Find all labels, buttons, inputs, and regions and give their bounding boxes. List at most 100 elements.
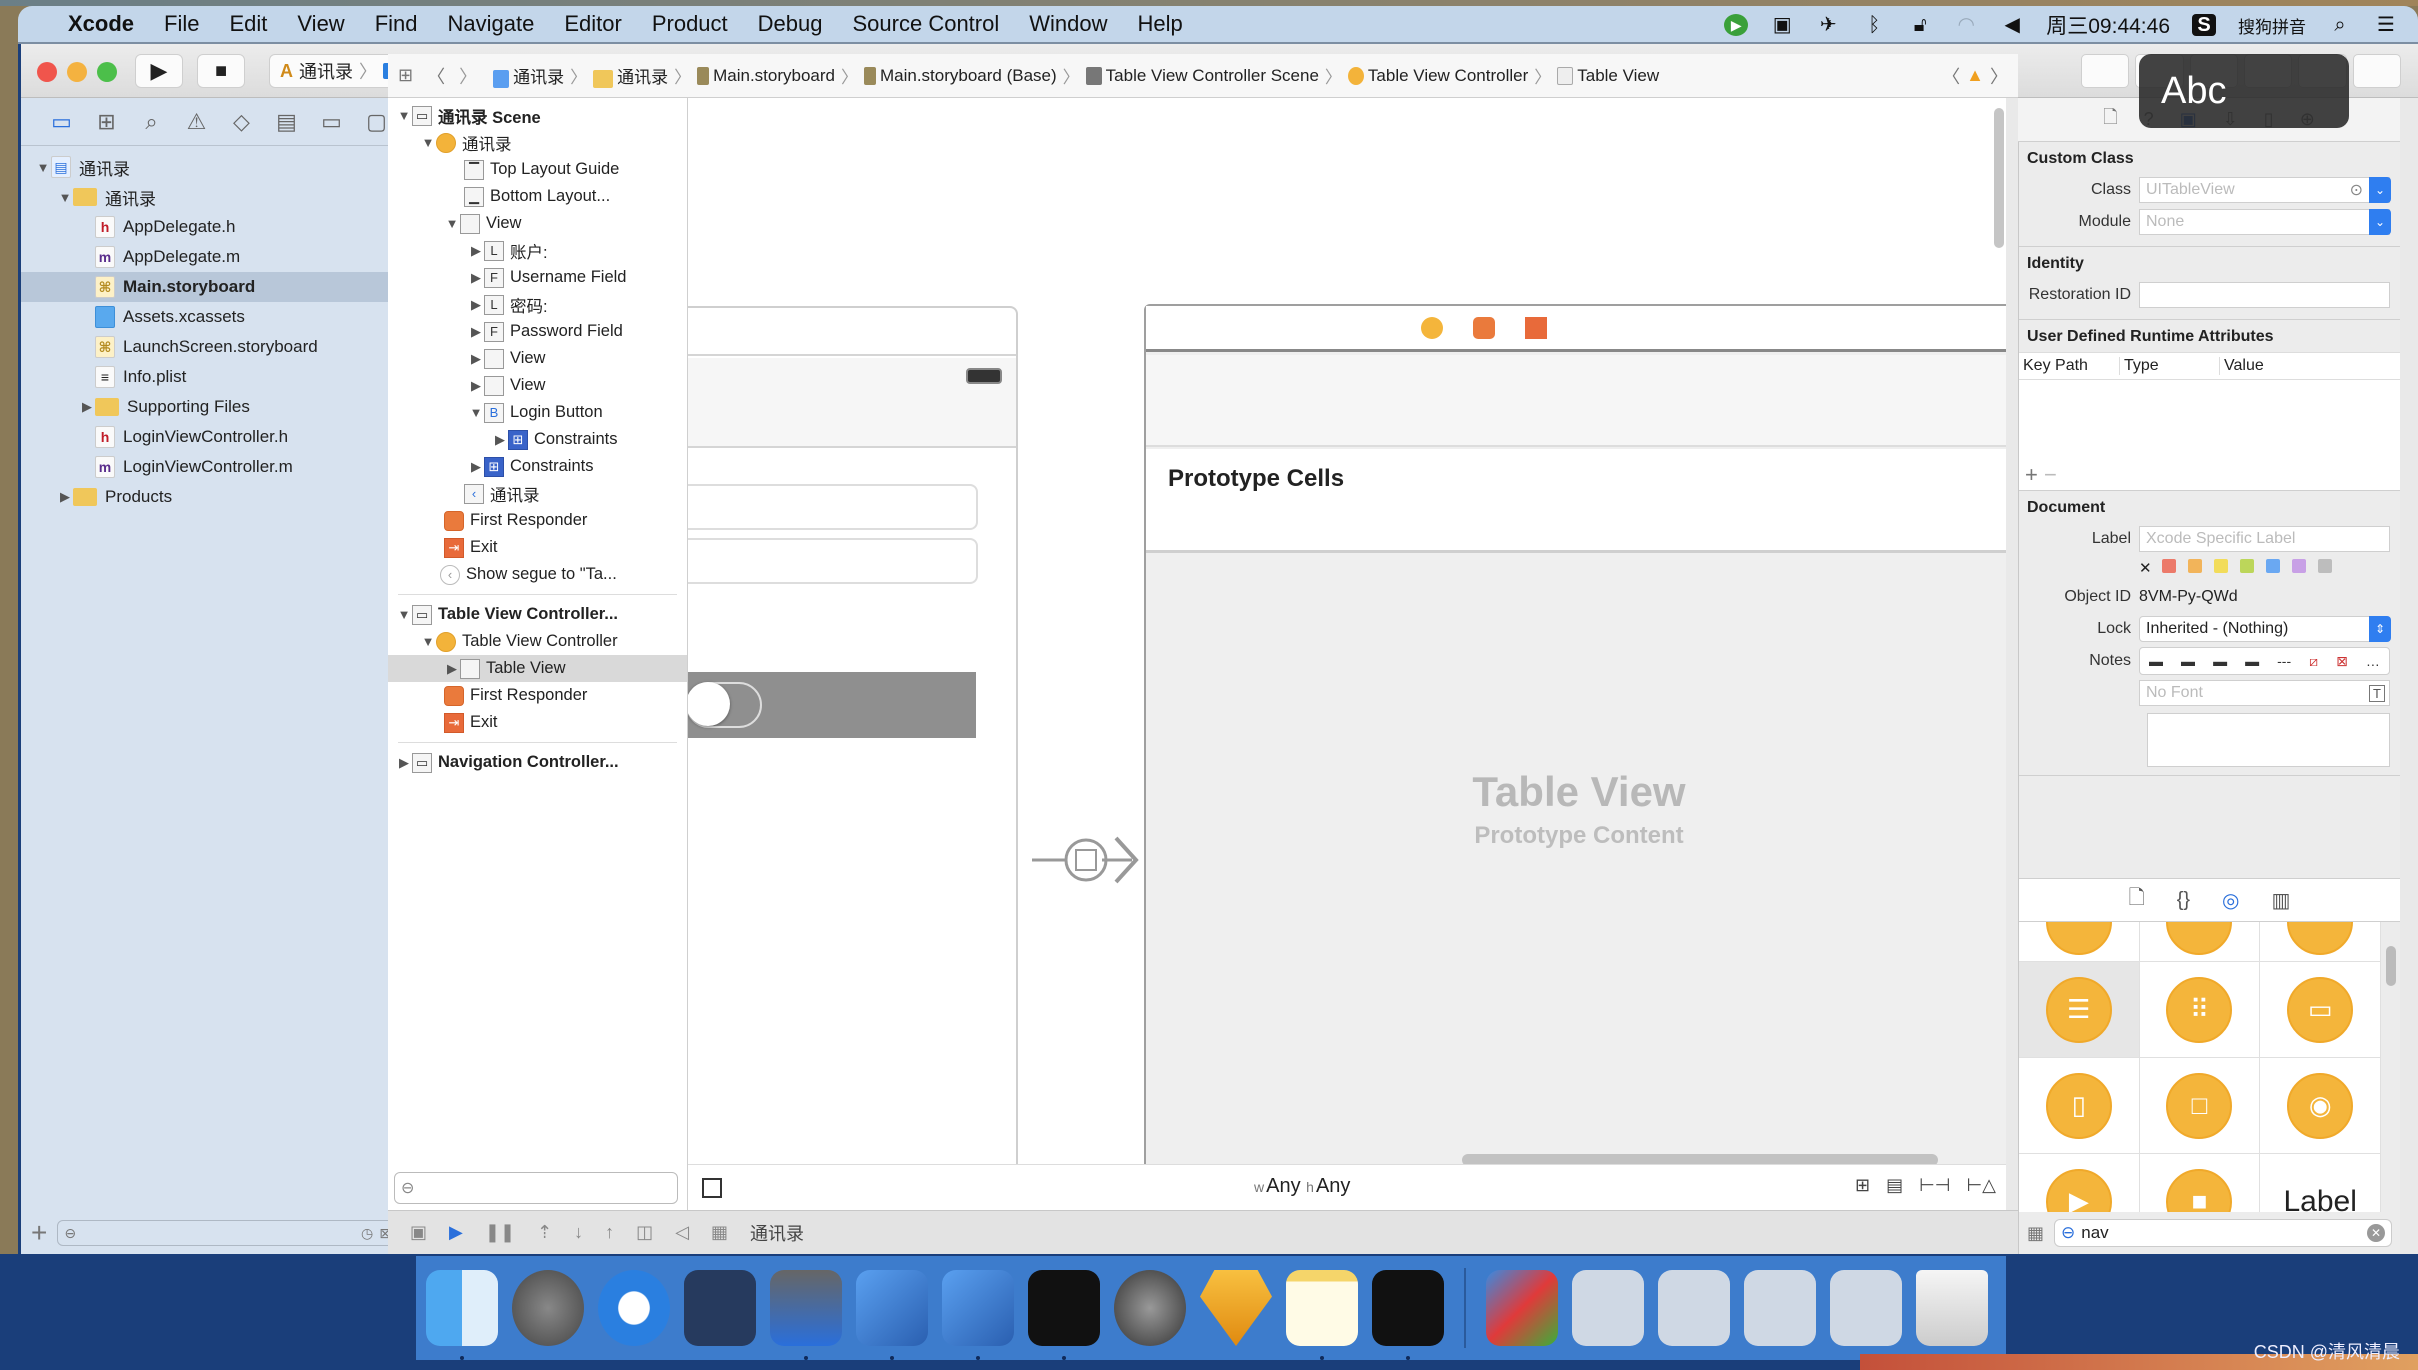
zoom-button[interactable]	[97, 62, 117, 82]
disclosure-closed-icon[interactable]: ▶	[468, 378, 484, 394]
outline-filter-input[interactable]: ⊖	[394, 1172, 678, 1204]
debug-icon[interactable]: ▤	[264, 109, 309, 135]
stop-button[interactable]: ■	[197, 54, 245, 88]
align-center-icon[interactable]: ▬	[2181, 653, 2195, 669]
outline-subview[interactable]: ▶ View	[388, 345, 687, 372]
lock-icon[interactable]: 🔓︎	[1908, 14, 1932, 36]
library-item[interactable]	[2260, 922, 2381, 962]
menu-app[interactable]: Xcode	[68, 11, 134, 37]
align-right-icon[interactable]: ▬	[2213, 653, 2227, 669]
outline-scene-1[interactable]: ▼ ▭ 通讯录 Scene	[388, 102, 687, 129]
bluetooth-icon[interactable]: ᛒ	[1862, 14, 1886, 36]
menu-source-control[interactable]: Source Control	[853, 11, 1000, 37]
standard-editor-button[interactable]	[2081, 54, 2130, 88]
navigator-filter-input[interactable]: ⊖ ◷ ⊠	[57, 1220, 398, 1246]
object-library-icon[interactable]: ◎	[2222, 888, 2239, 913]
step-over-icon[interactable]: ⇡	[537, 1222, 552, 1243]
related-items-icon[interactable]: ⊞	[398, 65, 413, 86]
justify-icon[interactable]: ▬	[2245, 653, 2259, 669]
breakpoint-icon[interactable]: ▭	[309, 109, 354, 135]
label-color-swatch[interactable]	[2265, 558, 2280, 573]
close-button[interactable]	[37, 62, 57, 82]
file-inspector-icon[interactable]: 🗋︎	[2103, 105, 2117, 135]
outline-exit-2[interactable]: ⇥ Exit	[388, 709, 687, 736]
back-icon[interactable]: 〈	[427, 63, 445, 89]
disclosure-closed-icon[interactable]: ▶	[468, 297, 484, 313]
remove-attribute-icon[interactable]: −	[2044, 462, 2057, 487]
xcode-label-field[interactable]: Xcode Specific Label	[2139, 526, 2390, 552]
font-picker-icon[interactable]: T	[2369, 684, 2385, 702]
breadcrumb-group[interactable]: 通讯录	[593, 63, 668, 88]
navigator-item[interactable]: m AppDelegate.m	[21, 242, 408, 272]
dock-launchpad-icon[interactable]	[512, 1270, 584, 1346]
class-field[interactable]: UITableView ⊙ ⌄	[2139, 177, 2391, 203]
segue-arrow[interactable]	[1032, 830, 1142, 890]
label-color-swatch[interactable]	[2161, 558, 2176, 573]
outline-exit[interactable]: ⇥ Exit	[388, 534, 687, 561]
library-item[interactable]	[2019, 922, 2140, 962]
more-icon[interactable]: …	[2366, 653, 2380, 669]
module-field[interactable]: None ⌄	[2139, 209, 2391, 235]
outline-top-layout-guide[interactable]: ▔ Top Layout Guide	[388, 156, 687, 183]
menu-editor[interactable]: Editor	[564, 11, 621, 37]
breadcrumb-storyboard-base[interactable]: Main.storyboard (Base)	[863, 66, 1057, 86]
run-button[interactable]: ▶	[135, 54, 183, 88]
resolve-icon[interactable]: ⊢△	[1966, 1175, 1996, 1196]
menu-navigate[interactable]: Navigate	[448, 11, 535, 37]
spotlight-icon[interactable]: ⌕	[2328, 14, 2352, 36]
dock-sketch-icon[interactable]	[1200, 1270, 1272, 1346]
stack-icon[interactable]: ⊞	[1855, 1175, 1870, 1196]
input-method[interactable]: 搜狗拼音	[2238, 13, 2306, 38]
library-item[interactable]: ⠿	[2139, 962, 2261, 1058]
dock-window-2-icon[interactable]	[1658, 1270, 1730, 1346]
sogou-icon[interactable]: S	[2192, 14, 2216, 36]
outline-view-constraints[interactable]: ▶ ⊞ Constraints	[388, 453, 687, 480]
outline-bottom-layout-guide[interactable]: ▁ Bottom Layout...	[388, 183, 687, 210]
login-scene[interactable]	[688, 306, 1018, 1164]
toggle-outline-icon[interactable]	[702, 1177, 722, 1198]
file-template-icon[interactable]: 🗋︎	[2129, 883, 2145, 917]
symbol-navigator-icon[interactable]: ⊞	[84, 109, 129, 135]
menu-product[interactable]: Product	[652, 11, 728, 37]
outline-subview[interactable]: ▶ F Username Field	[388, 264, 687, 291]
view-hierarchy-icon[interactable]: ◫	[636, 1222, 653, 1243]
attributes-table[interactable]: + −	[2019, 380, 2400, 490]
location-icon[interactable]: ◁	[675, 1222, 689, 1243]
outline-view-controller[interactable]: ▼ 通讯录	[388, 129, 687, 156]
outline-first-responder[interactable]: First Responder	[388, 507, 687, 534]
outline-login-button[interactable]: ▼ B Login Button	[388, 399, 687, 426]
disclosure-closed-icon[interactable]: ▶	[468, 324, 484, 340]
next-issue-icon[interactable]: 〉	[1990, 63, 2008, 89]
pause-icon[interactable]: ❚❚	[485, 1222, 515, 1243]
dock-window-1-icon[interactable]	[1572, 1270, 1644, 1346]
disclosure-closed-icon[interactable]: ▶	[468, 270, 484, 286]
dock-notes-icon[interactable]	[1286, 1270, 1358, 1360]
dock-console-icon[interactable]	[1372, 1270, 1444, 1360]
outline-button-constraints[interactable]: ▶ ⊞ Constraints	[388, 426, 687, 453]
notification-center-icon[interactable]: ☰	[2374, 14, 2398, 36]
font-field[interactable]: No Font T	[2139, 680, 2390, 706]
arrow-circle-icon[interactable]: ⊙	[2350, 180, 2363, 200]
disclosure-closed-icon[interactable]: ▶	[468, 351, 484, 367]
lock-select[interactable]: Inherited - (Nothing) ⇕	[2139, 616, 2391, 642]
step-in-icon[interactable]: ↓	[574, 1222, 583, 1243]
library-item[interactable]: ▭	[2260, 962, 2381, 1058]
outline-table-view-controller[interactable]: ▼ Table View Controller	[388, 628, 687, 655]
outline-first-responder-2[interactable]: First Responder	[388, 682, 687, 709]
navigator-item[interactable]: ▶ Products	[21, 482, 408, 512]
chevron-down-icon[interactable]: ⌄	[2369, 209, 2391, 235]
dock-quicktime-icon[interactable]	[1486, 1270, 1558, 1346]
navigator-item[interactable]: ▼ 通讯录	[21, 182, 408, 212]
dock-imovie-icon[interactable]	[770, 1270, 842, 1360]
password-text-field[interactable]	[688, 538, 978, 584]
media-library-icon[interactable]: ▥	[2272, 888, 2291, 913]
minimize-button[interactable]	[67, 62, 87, 82]
folder-icon[interactable]: ▭	[39, 109, 84, 135]
restoration-id-field[interactable]	[2139, 282, 2390, 308]
toggle-switch[interactable]	[688, 682, 762, 728]
library-item[interactable]	[2139, 922, 2261, 962]
search-icon[interactable]: ⌕	[129, 109, 174, 135]
test-icon[interactable]: ◇	[219, 109, 264, 135]
separator-icon[interactable]: ---	[2277, 653, 2291, 669]
wifi-icon[interactable]: ◠	[1954, 14, 1978, 36]
